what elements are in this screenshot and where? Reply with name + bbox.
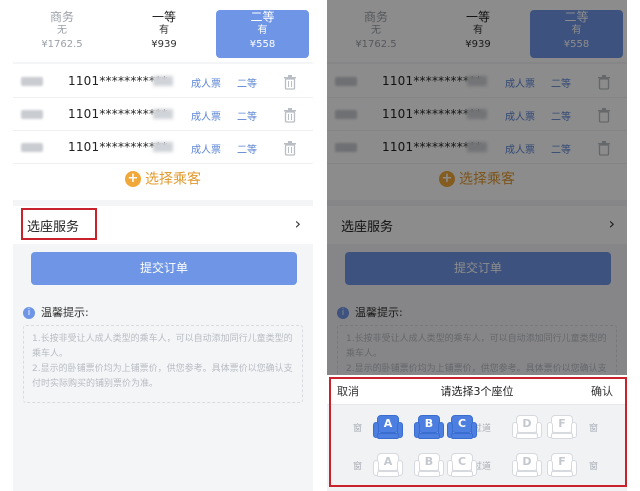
plus-icon: +	[125, 170, 141, 187]
passenger-row[interactable]: 1101*********** 成人票 二等	[13, 132, 313, 164]
seat-class-selector: 商务 无 ¥1762.5 一等 有 ¥939 二等 有 ¥558	[13, 0, 313, 62]
ticket-type[interactable]: 成人票	[191, 75, 221, 90]
order-screen: 商务 无 ¥1762.5 一等 有 ¥939 二等 有 ¥558 1101***…	[13, 0, 313, 491]
seat-c[interactable]: C	[447, 451, 477, 479]
add-passenger-button[interactable]: + 选择乘客	[13, 168, 313, 200]
confirm-button[interactable]: 确认	[591, 383, 613, 399]
seat-letter: C	[457, 455, 467, 468]
seat-letter: A	[383, 417, 393, 430]
window-label: 窗	[353, 424, 363, 434]
seat-a[interactable]: A	[373, 451, 403, 479]
seat-letter: D	[522, 455, 532, 468]
cancel-button[interactable]: 取消	[337, 383, 359, 399]
trash-icon[interactable]	[283, 74, 297, 90]
passenger-id-blurred	[153, 142, 173, 152]
tips-box: 1.长按非受让人成人类型的乘车人，可以自动添加同行儿童类型的乘车人。 2.显示的…	[23, 325, 303, 403]
ticket-type[interactable]: 成人票	[191, 141, 221, 156]
seat-f[interactable]: F	[547, 413, 577, 441]
seat-letter: D	[522, 417, 532, 430]
seat-picker-title: 请选择3个座位	[440, 385, 514, 398]
seat-class-price: ¥1762.5	[41, 39, 83, 50]
seat-class-availability: 有	[159, 25, 169, 36]
tip-line: 2.显示的卧铺票价均为上铺票价，供您参考。具体票价以您确认支付时实际购买的铺别票…	[32, 364, 293, 389]
tip-line: 1.长按非受让人成人类型的乘车人，可以自动添加同行儿童类型的乘车人。	[32, 334, 293, 359]
window-label: 窗	[589, 462, 599, 472]
seat-class-availability: 有	[257, 25, 268, 36]
add-passenger-label: 选择乘客	[145, 171, 201, 188]
seat-letter: F	[558, 417, 566, 430]
seat-d[interactable]: D	[512, 413, 542, 441]
passenger-row[interactable]: 1101*********** 成人票 二等	[13, 66, 313, 98]
seat-class-first[interactable]: 一等 有 ¥939	[121, 10, 207, 58]
seat-b[interactable]: B	[414, 451, 444, 479]
seat-letter: F	[558, 455, 566, 468]
passenger-seat-class[interactable]: 二等	[237, 141, 257, 156]
seat-letter: B	[424, 455, 434, 468]
passenger-seat-class[interactable]: 二等	[237, 75, 257, 90]
trash-icon[interactable]	[283, 140, 297, 156]
highlight-box	[21, 208, 97, 240]
seat-a[interactable]: A	[373, 413, 403, 441]
seat-letter: C	[457, 417, 467, 430]
seat-service-row[interactable]: 选座服务 ›	[13, 206, 313, 244]
passenger-id-blurred	[153, 76, 173, 86]
seat-class-price: ¥939	[151, 39, 177, 50]
seat-class-availability: 无	[57, 25, 67, 36]
seat-b[interactable]: B	[414, 413, 444, 441]
seat-class-price: ¥558	[249, 39, 276, 50]
seat-picker-header: 请选择3个座位 取消 确认	[327, 375, 627, 405]
passenger-name-blurred	[21, 110, 43, 119]
passenger-seat-class[interactable]: 二等	[237, 108, 257, 123]
info-icon: i	[23, 307, 35, 319]
seat-class-business[interactable]: 商务 无 ¥1762.5	[19, 10, 105, 58]
tips-heading: i 温馨提示:	[23, 304, 89, 320]
seat-row: 窗过道窗 A B C D F	[327, 413, 627, 443]
ticket-type[interactable]: 成人票	[191, 108, 221, 123]
trash-icon[interactable]	[283, 107, 297, 123]
seat-class-name: 商务	[49, 10, 74, 24]
passenger-name-blurred	[21, 143, 43, 152]
seat-f[interactable]: F	[547, 451, 577, 479]
submit-order-button[interactable]: 提交订单	[31, 252, 297, 285]
tips-title: 温馨提示:	[41, 306, 89, 319]
seat-class-name: 二等	[250, 10, 275, 24]
passenger-name-blurred	[21, 77, 43, 86]
seat-c[interactable]: C	[447, 413, 477, 441]
seat-class-name: 一等	[151, 10, 176, 24]
seat-letter: B	[424, 417, 434, 430]
passenger-row[interactable]: 1101*********** 成人票 二等	[13, 99, 313, 131]
passenger-list: 1101*********** 成人票 二等 1101*********** 成…	[13, 64, 313, 200]
seat-class-second[interactable]: 二等 有 ¥558	[216, 10, 309, 58]
window-label: 窗	[589, 424, 599, 434]
seat-letter: A	[383, 455, 393, 468]
seat-d[interactable]: D	[512, 451, 542, 479]
chevron-right-icon: ›	[294, 214, 301, 233]
seat-picker-sheet: 请选择3个座位 取消 确认 窗过道窗 A B C D F 窗过道窗 A B C D F	[327, 375, 627, 491]
window-label: 窗	[353, 462, 363, 472]
seat-row: 窗过道窗 A B C D F	[327, 451, 627, 481]
passenger-id-blurred	[153, 109, 173, 119]
order-screen-with-seat-picker: 商务 无 ¥1762.5 一等 有 ¥939 二等 有 ¥558 1101***…	[327, 0, 627, 491]
